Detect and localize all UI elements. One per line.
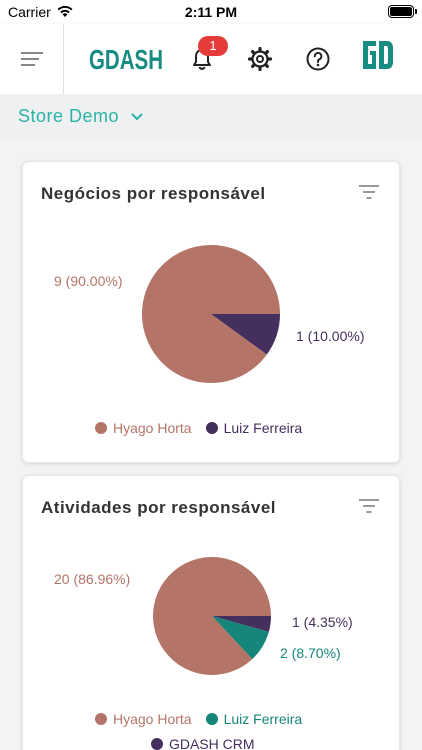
legend-label: Luiz Ferreira — [223, 711, 303, 727]
store-name: Store Demo — [18, 106, 120, 126]
data-label-luiz: 1 (10.00%) — [296, 328, 365, 344]
pie-chart-negocios — [142, 245, 280, 383]
legend-item-hyago[interactable]: Hyago Horta — [95, 420, 192, 436]
pie-slice-hyago-horta[interactable] — [142, 245, 280, 383]
legend-swatch — [95, 422, 107, 434]
status-bar: Carrier 2:11 PM — [0, 0, 422, 24]
app-header: GDASH 1 — [0, 24, 422, 94]
filter-icon[interactable] — [359, 184, 379, 200]
chart-card-atividades: Atividades por responsável 20 (86.96%) 1… — [22, 475, 400, 750]
legend-label: GDASH CRM — [169, 736, 255, 750]
card-title: Atividades por responsável — [41, 498, 277, 517]
store-selector[interactable]: Store Demo — [18, 106, 143, 127]
legend: Hyago Horta Luiz Ferreira — [95, 711, 316, 727]
card-title: Negócios por responsável — [41, 184, 266, 203]
legend-swatch — [205, 713, 218, 725]
logo-text: GDASH — [89, 44, 163, 75]
chart-card-negocios: Negócios por responsável 9 (90.00%) 1 (1… — [22, 161, 400, 463]
data-label-hyago: 9 (90.00%) — [54, 273, 123, 289]
status-time: 2:11 PM — [184, 4, 238, 20]
filter-icon[interactable] — [359, 498, 379, 514]
data-label-luiz: 2 (8.70%) — [280, 645, 341, 661]
menu-button[interactable] — [0, 24, 64, 94]
store-bar: Store Demo — [0, 94, 422, 140]
legend: Hyago Horta Luiz Ferreira — [95, 420, 316, 436]
legend-item-luiz[interactable]: Luiz Ferreira — [205, 711, 303, 727]
gdash-mark-icon[interactable] — [360, 38, 396, 72]
legend-swatch — [205, 422, 218, 434]
legend-label: Hyago Horta — [113, 711, 192, 727]
legend-row-2: GDASH CRM — [151, 736, 269, 750]
battery-icon — [388, 5, 417, 18]
gear-icon[interactable] — [247, 46, 273, 72]
legend-item-luiz[interactable]: Luiz Ferreira — [205, 420, 303, 436]
legend-swatch — [151, 738, 163, 750]
menu-icon — [20, 52, 43, 66]
pie-chart-atividades — [153, 557, 271, 675]
help-circle-icon[interactable] — [305, 46, 331, 72]
notification-badge: 1 — [198, 36, 228, 56]
legend-item-gdash[interactable]: GDASH CRM — [151, 736, 255, 750]
chevron-down-icon — [131, 113, 143, 120]
legend-item-hyago[interactable]: Hyago Horta — [95, 711, 192, 727]
legend-label: Luiz Ferreira — [223, 420, 303, 436]
data-label-hyago: 20 (86.96%) — [54, 571, 131, 587]
legend-label: Hyago Horta — [113, 420, 192, 436]
gdash-logo: GDASH — [89, 44, 163, 75]
data-label-gdash: 1 (4.35%) — [292, 614, 353, 630]
legend-swatch — [95, 713, 107, 725]
